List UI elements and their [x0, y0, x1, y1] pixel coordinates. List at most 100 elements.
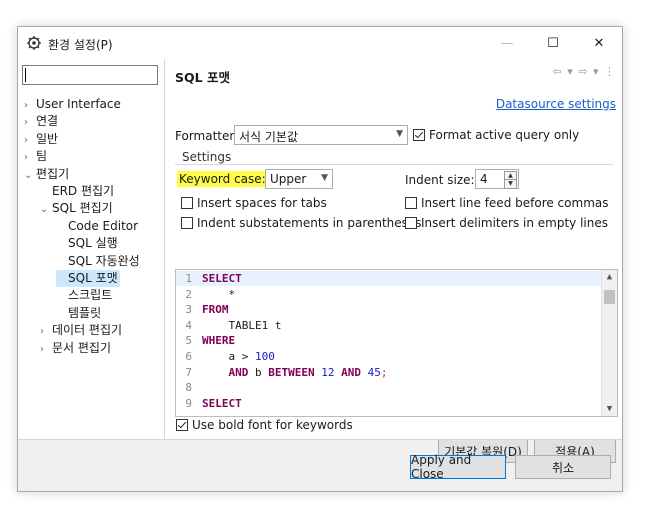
code-token: SELECT	[202, 272, 242, 285]
code-line: 2 *	[176, 287, 601, 302]
line-number: 1	[185, 272, 192, 285]
cancel-button[interactable]: 취소	[515, 455, 611, 479]
apply-and-close-button[interactable]: Apply and Close	[410, 453, 506, 481]
sidebar-item-label: SQL 편집기	[52, 201, 113, 216]
line-number: 4	[185, 318, 192, 332]
sidebar-item-label: 연결	[36, 114, 59, 129]
line-number: 5	[185, 334, 192, 348]
code-token: a >	[202, 350, 255, 363]
line-number: 3	[185, 303, 192, 317]
settings-divider	[175, 164, 613, 165]
sidebar-item[interactable]: 스크립트	[56, 287, 114, 304]
code-token: ;	[380, 365, 388, 379]
insert-spaces-label: Insert spaces for tabs	[197, 196, 327, 210]
spin-down-icon[interactable]: ▼	[504, 179, 517, 189]
collapsed-arrow-icon[interactable]: ›	[24, 149, 36, 166]
chevron-down-icon: ▼	[321, 173, 328, 183]
sidebar-item[interactable]: ⌄ 편집기	[24, 166, 71, 183]
code-token: FROM	[202, 303, 229, 317]
code-token: BETWEEN	[268, 365, 315, 379]
sidebar-item-label: User Interface	[36, 97, 121, 111]
code-line: 9 SELECT	[176, 396, 601, 411]
format-active-checkbox[interactable]	[413, 129, 425, 141]
line-number: 8	[185, 381, 192, 395]
line-feed-commas-label: Insert line feed before commas	[421, 196, 609, 210]
sidebar-item[interactable]: › User Interface	[24, 96, 123, 113]
insert-spaces-checkbox[interactable]	[181, 197, 193, 209]
sidebar-item-label: SQL 포맷	[68, 271, 118, 285]
line-number: 2	[185, 287, 192, 301]
line-number: 7	[185, 365, 192, 379]
indent-substatements-label: Indent substatements in parentheses	[197, 216, 422, 230]
editor-scrollbar[interactable]: ▲ ▼	[601, 270, 617, 416]
sidebar-item-label: SQL 자동완성	[68, 253, 140, 268]
expanded-arrow-icon[interactable]: ⌄	[24, 167, 36, 184]
keyword-case-value: Upper	[270, 172, 307, 186]
sidebar-item[interactable]: › 연결	[24, 113, 60, 130]
bold-keywords-checkbox[interactable]	[176, 419, 188, 431]
sidebar-item[interactable]: SQL 자동완성	[56, 253, 142, 270]
sidebar-item-label: SQL 실행	[68, 236, 118, 251]
scroll-up-icon[interactable]: ▲	[602, 272, 617, 282]
empty-line-delimiters-checkbox[interactable]	[405, 217, 417, 229]
sidebar-item[interactable]: Code Editor	[56, 218, 140, 235]
sidebar-item-label: 편집기	[36, 166, 70, 181]
formatter-select[interactable]: 서식 기본값 ▼	[234, 125, 408, 145]
bold-keywords-label: Use bold font for keywords	[192, 418, 353, 432]
code-line: 5 WHERE	[176, 333, 601, 348]
sidebar-item-label: 스크립트	[68, 288, 113, 303]
footer-divider	[18, 439, 622, 440]
datasource-settings-link[interactable]: Datasource settings	[496, 97, 616, 111]
sidebar-item-label: 일반	[36, 131, 59, 146]
maximize-button[interactable]: ☐	[530, 27, 576, 59]
collapsed-arrow-icon[interactable]: ›	[40, 341, 52, 358]
formatter-label: Formatter:	[175, 129, 239, 143]
keyword-case-select[interactable]: Upper ▼	[265, 169, 333, 189]
sidebar-item[interactable]: › 문서 편집기	[40, 340, 113, 357]
indent-substatements-checkbox[interactable]	[181, 217, 193, 229]
code-token: b	[248, 365, 269, 379]
code-token: *	[202, 287, 236, 301]
history-nav-icons[interactable]: ⇦ ▾ ⇨ ▾ ⋮	[553, 65, 616, 78]
sidebar-item[interactable]: SQL 포맷	[56, 270, 120, 287]
page-title: SQL 포맷	[175, 70, 230, 85]
sidebar-item-label: 데이터 편집기	[52, 323, 123, 338]
minimize-button[interactable]: —	[484, 27, 530, 59]
collapsed-arrow-icon[interactable]: ›	[24, 97, 36, 114]
scroll-thumb[interactable]	[604, 290, 615, 304]
collapsed-arrow-icon[interactable]: ›	[24, 132, 36, 149]
indent-size-spinner[interactable]: 4 ▲ ▼	[475, 169, 519, 189]
keyword-case-label: Keyword case:	[177, 171, 268, 187]
sidebar-item[interactable]: › 일반	[24, 131, 60, 148]
code-line: 3 FROM	[176, 302, 601, 317]
sidebar-item-label: 템플릿	[68, 305, 102, 320]
collapsed-arrow-icon[interactable]: ›	[40, 323, 52, 340]
title-bar: 환경 설정(P) — ☐ ✕	[18, 27, 622, 59]
preferences-window: 환경 설정(P) — ☐ ✕ › User Interface › 연결 › 일반 › 팀 ⌄ 편…	[17, 26, 623, 492]
sidebar-item[interactable]: ERD 편집기	[40, 183, 116, 200]
code-line: 7 AND b BETWEEN 12 AND 45;	[176, 365, 601, 380]
sql-format-page: SQL 포맷 ⇦ ▾ ⇨ ▾ ⋮ Datasource settings For…	[165, 59, 622, 463]
line-feed-commas-checkbox[interactable]	[405, 197, 417, 209]
sidebar-item-label: 문서 편집기	[52, 340, 112, 355]
code-line: 8	[176, 380, 601, 395]
expanded-arrow-icon[interactable]: ⌄	[40, 201, 52, 218]
sql-preview-editor[interactable]: 1 SELECT 2 * 3 FROM 4 TABLE1 t 5 WHERE 6 a > 100…	[175, 269, 618, 417]
code-token: WHERE	[202, 334, 236, 348]
formatter-value: 서식 기본값	[239, 130, 299, 144]
collapsed-arrow-icon[interactable]: ›	[24, 114, 36, 131]
scroll-down-icon[interactable]: ▼	[602, 404, 617, 414]
filter-input[interactable]	[22, 65, 158, 85]
sidebar-item[interactable]: › 팀	[24, 148, 49, 165]
code-token: AND	[228, 365, 249, 379]
indent-size-value: 4	[480, 172, 488, 186]
close-button[interactable]: ✕	[576, 27, 622, 59]
code-token: SELECT	[202, 396, 242, 410]
sidebar-item-label: Code Editor	[68, 218, 139, 233]
sidebar-item[interactable]: › 데이터 편집기	[40, 322, 124, 339]
sidebar-item[interactable]: ⌄ SQL 편집기	[40, 200, 115, 217]
sidebar-item[interactable]: 템플릿	[56, 305, 103, 322]
sidebar-item[interactable]: SQL 실행	[56, 235, 120, 252]
line-number: 6	[185, 350, 192, 363]
